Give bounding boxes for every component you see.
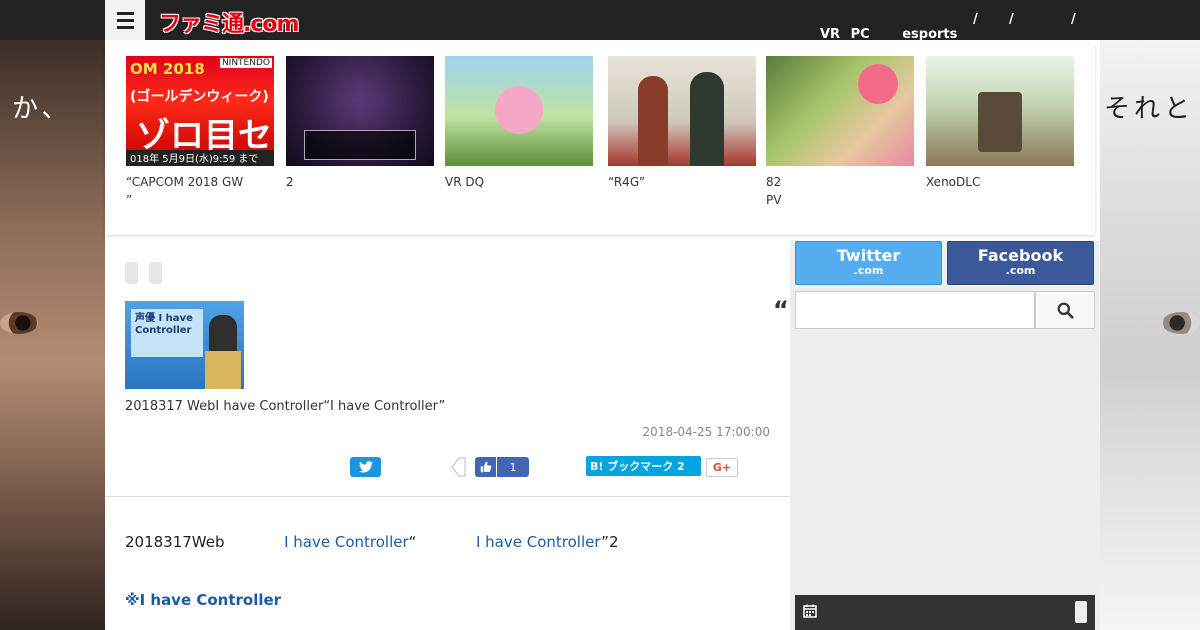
hatena-bookmark-button[interactable]: B! ブックマーク 2 xyxy=(586,456,701,476)
background-left-text: か、 xyxy=(12,94,72,124)
google-plus-button[interactable]: G+ xyxy=(706,458,738,477)
background-right-art xyxy=(1100,40,1200,630)
calendar-bar[interactable] xyxy=(795,595,1095,630)
carousel-thumbnail[interactable] xyxy=(766,56,914,166)
share-count-bubble-icon xyxy=(451,457,466,477)
thumb-mech xyxy=(978,92,1022,152)
tweet-button[interactable] xyxy=(350,457,381,477)
carousel-caption[interactable]: 82 PV xyxy=(766,173,914,209)
hamburger-line xyxy=(116,25,134,29)
thumb-badge: NINTENDO xyxy=(219,58,272,68)
twitter-bird-icon xyxy=(358,461,373,473)
search-button[interactable] xyxy=(1035,291,1095,329)
thumb-dialog-box xyxy=(304,130,416,160)
carousel-card[interactable]: 82 PV xyxy=(766,56,914,209)
carousel-card[interactable]: OM 2018 (ゴールデンウィーク) ゾロ目セ 018年 5月9日(水)9:5… xyxy=(126,56,274,209)
article-thumbnail[interactable]: 声優 I have Controller xyxy=(125,301,244,389)
search-icon xyxy=(1057,302,1074,319)
hamburger-line xyxy=(116,11,134,15)
top-nav: VR PC esports xyxy=(820,27,963,42)
hamburger-menu-button[interactable] xyxy=(105,0,145,40)
carousel-caption[interactable]: “CAPCOM 2018 GW ” xyxy=(126,173,274,209)
twitter-label: Twitter xyxy=(836,246,901,265)
facebook-sub-label: .com xyxy=(1005,264,1036,277)
thumb-screen-text: 声優 I have Controller xyxy=(131,309,203,357)
facebook-follow-button[interactable]: Facebook .com xyxy=(947,241,1094,285)
body-text: “ xyxy=(408,533,417,551)
nav-separator: / xyxy=(973,12,978,27)
search-input[interactable] xyxy=(795,291,1035,329)
carousel-thumbnail[interactable] xyxy=(926,56,1074,166)
nav-item-esports[interactable]: esports xyxy=(902,27,957,42)
body-text: ”2 xyxy=(601,533,619,551)
carousel-thumbnail[interactable]: OM 2018 (ゴールデンウィーク) ゾロ目セ 018年 5月9日(水)9:5… xyxy=(126,56,274,166)
facebook-like-button[interactable]: 1 xyxy=(475,457,529,477)
thumb-text: 018年 5月9日(水)9:59 まで xyxy=(126,150,274,166)
carousel-caption[interactable]: 2 xyxy=(286,173,434,191)
thumb-flower xyxy=(858,64,898,104)
carousel-caption[interactable]: XenoDLC xyxy=(926,173,1074,191)
background-left-art xyxy=(0,40,105,630)
category-tag[interactable] xyxy=(149,262,162,284)
like-count: 1 xyxy=(509,460,517,474)
body-text: 2018317Web xyxy=(125,533,225,551)
twitter-sub-label: .com xyxy=(853,264,884,277)
nav-separator: / xyxy=(1071,12,1076,27)
calendar-icon xyxy=(803,604,817,618)
background-right-eye xyxy=(1162,312,1200,334)
background-right-text: それと xyxy=(1104,94,1195,124)
carousel-caption[interactable]: “R4G” xyxy=(608,173,756,191)
article-summary: 2018317 WebI have Controller“I have Cont… xyxy=(125,399,446,414)
article-date: 2018-04-25 17:00:00 xyxy=(642,425,770,439)
section-heading: ※I have Controller xyxy=(125,591,282,609)
featured-carousel: OM 2018 (ゴールデンウィーク) ゾロ目セ 018年 5月9日(水)9:5… xyxy=(105,45,1095,235)
hamburger-line xyxy=(116,18,134,22)
body-link[interactable]: I have Controller xyxy=(284,533,409,551)
carousel-card[interactable]: XenoDLC xyxy=(926,56,1074,191)
thumb-text: (ゴールデンウィーク) xyxy=(130,89,269,105)
scroll-handle[interactable] xyxy=(1075,601,1087,623)
carousel-caption[interactable]: VR DQ xyxy=(445,173,593,191)
twitter-follow-button[interactable]: Twitter .com xyxy=(795,241,942,285)
site-logo[interactable]: ファミ通.com xyxy=(159,6,299,38)
category-tag[interactable] xyxy=(125,262,138,284)
sidebar: Twitter .com Facebook .com xyxy=(790,241,1100,630)
carousel-card[interactable]: 2 xyxy=(286,56,434,191)
nav-item-pc[interactable]: PC xyxy=(851,27,870,42)
thumb-character xyxy=(638,76,668,166)
nav-separator: / xyxy=(1009,12,1014,27)
thumb-character xyxy=(495,86,543,134)
carousel-card[interactable]: VR DQ xyxy=(445,56,593,191)
share-buttons: 1 B! ブックマーク 2 G+ xyxy=(105,455,790,477)
background-left-eye xyxy=(0,312,38,334)
nav-item-vr[interactable]: VR xyxy=(820,27,840,42)
body-link[interactable]: I have Controller xyxy=(476,533,601,551)
article-main: 声優 I have Controller 2018317 WebI have C… xyxy=(105,241,790,630)
carousel-thumbnail[interactable] xyxy=(445,56,593,166)
thumbs-up-icon xyxy=(475,457,497,477)
carousel-thumbnail[interactable] xyxy=(608,56,756,166)
facebook-label: Facebook xyxy=(977,246,1064,265)
article-body-text: 2018317Web I have Controller“ I have Con… xyxy=(125,533,619,551)
section-divider xyxy=(105,496,790,497)
carousel-thumbnail[interactable] xyxy=(286,56,434,166)
carousel-card[interactable]: “R4G” xyxy=(608,56,756,191)
thumb-person-skirt xyxy=(205,351,241,389)
thumb-character xyxy=(690,72,724,166)
